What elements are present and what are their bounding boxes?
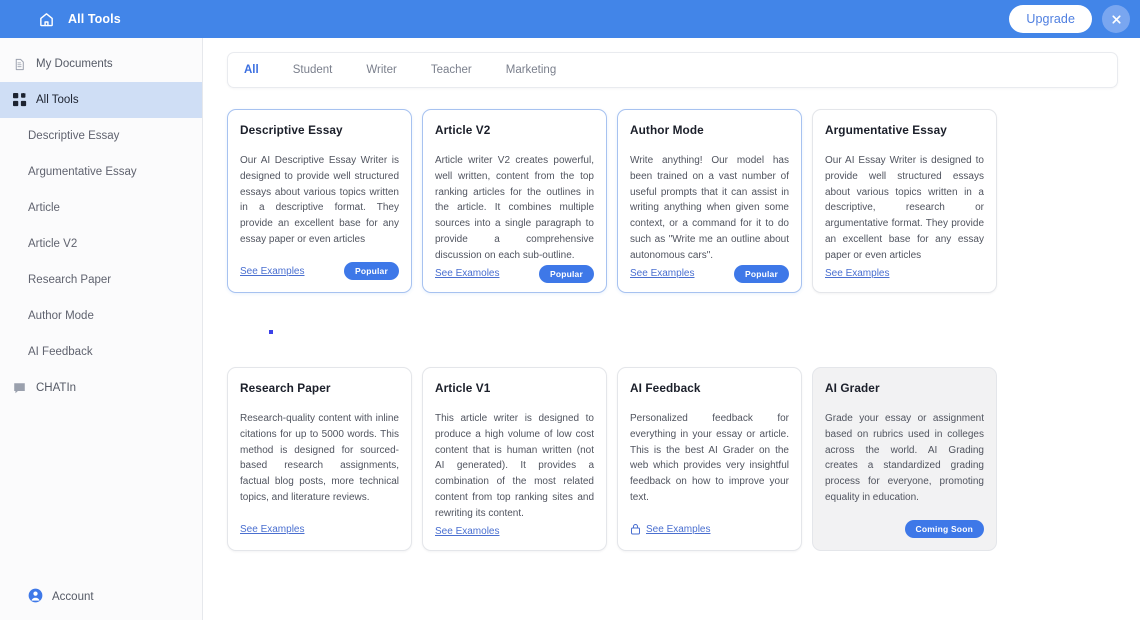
card-description: Research-quality content with inline cit… xyxy=(240,411,399,506)
status-badge: Popular xyxy=(539,265,594,283)
sidebar-item-label: Article xyxy=(28,202,60,214)
card-title: Research Paper xyxy=(240,381,399,395)
card-footer: Coming Soon xyxy=(825,519,984,539)
sidebar-item-label: CHATIn xyxy=(36,382,76,394)
sidebar-item-label: AI Feedback xyxy=(28,346,93,358)
tool-card-article-v1[interactable]: Article V1 This article writer is design… xyxy=(422,367,607,551)
sidebar-item-label: All Tools xyxy=(36,94,79,106)
card-description: Write anything! Our model has been train… xyxy=(630,153,789,264)
sidebar-item-label: Research Paper xyxy=(28,274,111,286)
card-description: Our AI Descriptive Essay Writer is desig… xyxy=(240,153,399,248)
card-title: AI Feedback xyxy=(630,381,789,395)
see-examples-label: See Examples xyxy=(240,524,304,535)
sidebar-item-all-tools[interactable]: All Tools xyxy=(0,82,202,118)
tool-card-ai-feedback[interactable]: AI Feedback Personalized feedback for ev… xyxy=(617,367,802,551)
sidebar-item-label: Author Mode xyxy=(28,310,94,322)
cursor-artifact xyxy=(269,330,273,334)
see-examples-link[interactable]: See Examples xyxy=(825,268,889,279)
sidebar-item-label: Argumentative Essay xyxy=(28,166,137,178)
tool-card-author-mode[interactable]: Author Mode Write anything! Our model ha… xyxy=(617,109,802,293)
sidebar-item-my-documents[interactable]: My Documents xyxy=(0,46,202,82)
close-icon xyxy=(1110,13,1123,26)
see-examples-link[interactable]: See Examples xyxy=(630,523,710,535)
sidebar-spacer xyxy=(0,406,202,580)
top-bar-actions: Upgrade xyxy=(1009,5,1130,33)
card-title: Author Mode xyxy=(630,123,789,137)
sidebar-item-article[interactable]: Article xyxy=(0,190,202,226)
body-row: My Documents All Tools Descriptive E xyxy=(0,38,1140,620)
sidebar-item-label: Article V2 xyxy=(28,238,77,250)
status-badge: Popular xyxy=(344,262,399,280)
card-title: AI Grader xyxy=(825,381,984,395)
see-examples-label: See Examples xyxy=(825,268,889,279)
sidebar-item-author-mode[interactable]: Author Mode xyxy=(0,298,202,334)
card-footer: See Examples xyxy=(240,519,399,539)
tab-teacher[interactable]: Teacher xyxy=(429,60,474,80)
sidebar-item-argumentative-essay[interactable]: Argumentative Essay xyxy=(0,154,202,190)
card-description: Article writer V2 creates powerful, well… xyxy=(435,153,594,264)
top-bar: All Tools Upgrade xyxy=(0,0,1140,38)
card-footer: See Examoles Popular xyxy=(435,264,594,284)
sidebar-item-ai-feedback[interactable]: AI Feedback xyxy=(0,334,202,370)
card-description: Personalized feedback for everything in … xyxy=(630,411,789,506)
card-title: Article V1 xyxy=(435,381,594,395)
see-examples-link[interactable]: See Examoles xyxy=(435,268,499,279)
see-examples-link[interactable]: See Examples xyxy=(630,268,694,279)
tool-card-article-v2[interactable]: Article V2 Article writer V2 creates pow… xyxy=(422,109,607,293)
chat-icon xyxy=(12,381,27,396)
status-badge: Popular xyxy=(734,265,789,283)
card-title: Argumentative Essay xyxy=(825,123,984,137)
sidebar-item-descriptive-essay[interactable]: Descriptive Essay xyxy=(0,118,202,154)
upgrade-button[interactable]: Upgrade xyxy=(1009,5,1092,33)
tool-card-research-paper[interactable]: Research Paper Research-quality content … xyxy=(227,367,412,551)
sidebar: My Documents All Tools Descriptive E xyxy=(0,38,203,620)
lock-icon xyxy=(630,523,641,535)
sidebar-item-article-v2[interactable]: Article V2 xyxy=(0,226,202,262)
see-examples-label: See Examoles xyxy=(435,268,499,279)
card-footer: See Examples Popular xyxy=(240,261,399,281)
sidebar-account-label: Account xyxy=(52,591,94,603)
main-content: All Student Writer Teacher Marketing Des… xyxy=(203,38,1140,620)
card-footer: See Examples Popular xyxy=(630,264,789,284)
tool-card-argumentative-essay[interactable]: Argumentative Essay Our AI Essay Writer … xyxy=(812,109,997,293)
sidebar-item-chatin[interactable]: CHATIn xyxy=(0,370,202,406)
tab-writer[interactable]: Writer xyxy=(364,60,398,80)
see-examples-label: See Examples xyxy=(630,268,694,279)
card-title: Article V2 xyxy=(435,123,594,137)
top-bar-title: All Tools xyxy=(68,12,121,26)
tab-all[interactable]: All xyxy=(242,60,261,80)
card-description: Grade your essay or assignment based on … xyxy=(825,411,984,506)
card-description: This article writer is designed to produ… xyxy=(435,411,594,522)
status-badge: Coming Soon xyxy=(905,520,984,538)
sidebar-item-label: My Documents xyxy=(36,58,113,70)
tab-student[interactable]: Student xyxy=(291,60,335,80)
tool-card-ai-grader: AI Grader Grade your essay or assignment… xyxy=(812,367,997,551)
see-examples-label: See Examples xyxy=(646,524,710,535)
card-footer: See Examples xyxy=(825,264,984,284)
see-examples-link[interactable]: See Examples xyxy=(240,524,304,535)
tool-card-grid: Descriptive Essay Our AI Descriptive Ess… xyxy=(227,109,1118,551)
top-bar-home-group[interactable]: All Tools xyxy=(38,11,121,28)
tool-card-descriptive-essay[interactable]: Descriptive Essay Our AI Descriptive Ess… xyxy=(227,109,412,293)
see-examples-link[interactable]: See Examoles xyxy=(435,526,499,537)
card-footer: See Examples xyxy=(630,519,789,539)
card-title: Descriptive Essay xyxy=(240,123,399,137)
tab-marketing[interactable]: Marketing xyxy=(504,60,559,80)
card-description: Our AI Essay Writer is designed to provi… xyxy=(825,153,984,264)
home-icon[interactable] xyxy=(38,11,55,28)
see-examples-label: See Examoles xyxy=(435,526,499,537)
grid-plus-icon xyxy=(12,93,27,108)
document-icon xyxy=(12,57,27,72)
sidebar-item-label: Descriptive Essay xyxy=(28,130,119,142)
category-tabs: All Student Writer Teacher Marketing xyxy=(227,52,1118,88)
app-window: All Tools Upgrade xyxy=(0,0,1140,620)
see-examples-label: See Examples xyxy=(240,266,304,277)
card-footer: See Examoles xyxy=(435,522,594,542)
sidebar-item-account[interactable]: Account xyxy=(0,580,202,614)
see-examples-link[interactable]: See Examples xyxy=(240,266,304,277)
close-button[interactable] xyxy=(1102,5,1130,33)
account-avatar-icon xyxy=(28,588,43,606)
sidebar-item-research-paper[interactable]: Research Paper xyxy=(0,262,202,298)
